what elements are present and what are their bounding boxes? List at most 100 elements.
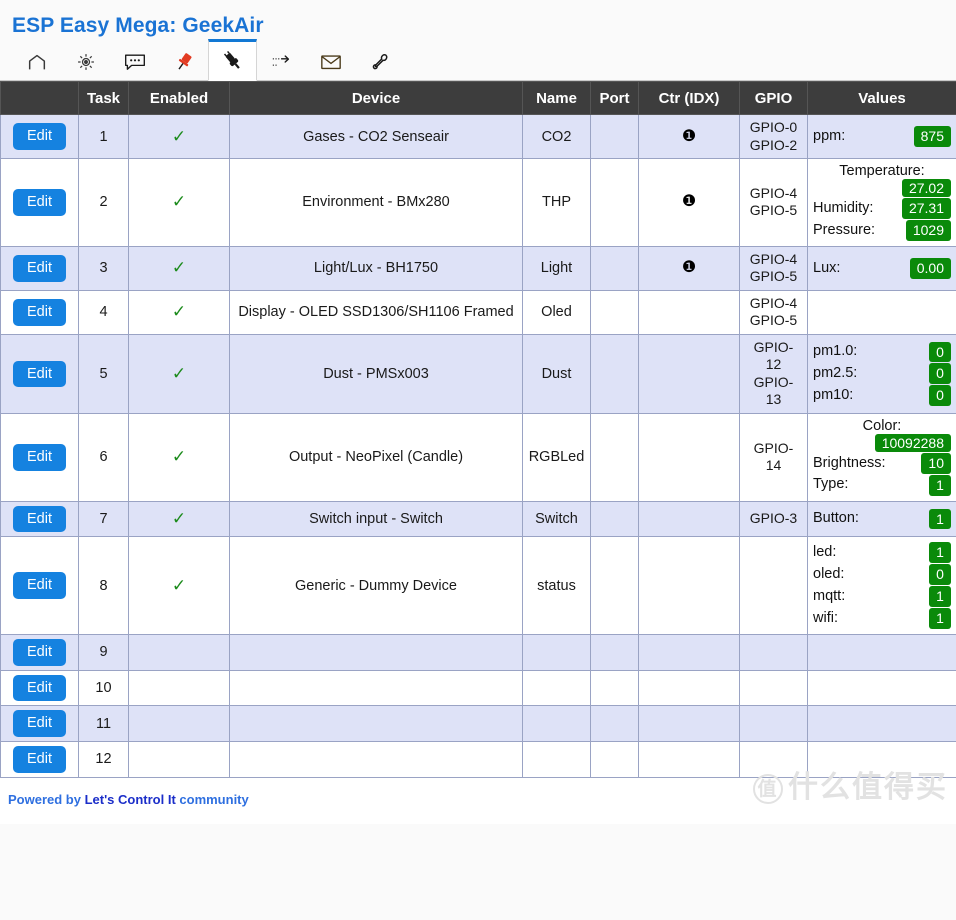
cell-device xyxy=(229,705,523,742)
cell-ctr: ❶ xyxy=(638,245,740,291)
tab-devices[interactable] xyxy=(208,39,257,82)
table-row: Edit 7 ✓ Switch input - Switch Switch GPIO-3 B… xyxy=(0,500,956,538)
value-entry: ppm: 875 xyxy=(813,126,951,148)
cell-edit: Edit xyxy=(0,114,79,160)
cell-name xyxy=(522,740,591,778)
check-icon: ✓ xyxy=(171,258,187,278)
cell-gpio xyxy=(739,633,808,671)
gpio-list: GPIO-3 xyxy=(749,510,798,527)
value-label: Humidity: xyxy=(813,199,874,216)
cell-name: THP xyxy=(522,158,591,247)
cell-name: CO2 xyxy=(522,114,591,160)
cell-values: Button: 1 xyxy=(807,500,956,538)
cell-task: 11 xyxy=(78,705,129,742)
cell-gpio xyxy=(739,536,808,635)
cell-port xyxy=(590,412,639,502)
tab-notifications[interactable] xyxy=(306,43,355,80)
cell-ctr xyxy=(638,412,740,502)
col-header-enabled: Enabled xyxy=(128,81,230,116)
value-badge: 1 xyxy=(929,508,951,530)
cell-port xyxy=(590,536,639,635)
footer-brand-link[interactable]: Let's Control It xyxy=(85,792,176,807)
cell-name: RGBLed xyxy=(522,412,591,502)
cell-gpio: GPIO- 12 GPIO- 13 xyxy=(739,333,808,414)
gpio-list: GPIO-0 GPIO-2 xyxy=(749,119,798,153)
value-badge: 27.02 xyxy=(901,179,951,198)
edit-button[interactable]: Edit xyxy=(13,505,66,533)
value-label: oled: xyxy=(813,565,845,582)
check-icon: ✓ xyxy=(171,363,187,383)
cell-task: 3 xyxy=(78,245,129,291)
cell-port xyxy=(590,740,639,778)
value-badge: 27.31 xyxy=(901,198,951,219)
cell-ctr xyxy=(638,633,740,671)
cell-ctr xyxy=(638,669,740,707)
cell-edit: Edit xyxy=(0,158,79,247)
tab-home[interactable] xyxy=(12,43,61,80)
col-header-ctr: Ctr (IDX) xyxy=(638,81,740,116)
cell-ctr xyxy=(638,705,740,742)
value-label: Color: xyxy=(862,417,902,434)
value-badge: 1 xyxy=(929,474,951,496)
cell-enabled: ✓ xyxy=(128,289,230,335)
cell-device: Display - OLED SSD1306/SH1106 Framed xyxy=(229,289,523,335)
tab-rules[interactable] xyxy=(257,43,306,80)
value-label: Brightness: xyxy=(813,454,886,471)
col-header-name: Name xyxy=(522,81,591,116)
cell-port xyxy=(590,158,639,247)
cell-device: Dust - PMSx003 xyxy=(229,333,523,414)
cell-gpio: GPIO-4 GPIO-5 xyxy=(739,245,808,291)
edit-button[interactable]: Edit xyxy=(13,638,66,666)
cell-name: Oled xyxy=(522,289,591,335)
edit-button[interactable]: Edit xyxy=(13,123,66,150)
edit-button[interactable]: Edit xyxy=(13,299,66,326)
value-entry: wifi: 1 xyxy=(813,608,951,629)
cell-port xyxy=(590,289,639,335)
cell-edit: Edit xyxy=(0,289,79,335)
cell-port xyxy=(590,500,639,538)
cell-task: 10 xyxy=(78,669,129,707)
edit-button[interactable]: Edit xyxy=(13,745,66,773)
edit-button[interactable]: Edit xyxy=(13,710,66,737)
cell-enabled: ✓ xyxy=(128,245,230,291)
footer-prefix: Powered by xyxy=(8,791,85,807)
arrow-icon xyxy=(271,53,293,71)
value-entry: pm2.5: 0 xyxy=(813,363,951,385)
watermark-logo-icon: 值 xyxy=(753,773,783,804)
cell-task: 4 xyxy=(78,289,129,335)
table-row: Edit 10 xyxy=(0,669,956,707)
cell-task: 8 xyxy=(78,536,129,635)
cell-gpio xyxy=(739,669,808,707)
cell-device: Light/Lux - BH1750 xyxy=(229,245,523,291)
cell-task: 1 xyxy=(78,114,129,160)
plug-icon xyxy=(221,49,245,73)
cell-gpio: GPIO-3 xyxy=(739,500,808,538)
edit-button[interactable]: Edit xyxy=(13,674,66,702)
edit-button[interactable]: Edit xyxy=(13,443,66,471)
tab-controllers[interactable] xyxy=(110,43,159,80)
edit-button[interactable]: Edit xyxy=(13,255,66,282)
value-badge: 0.00 xyxy=(909,257,951,279)
cell-name: Switch xyxy=(522,500,591,538)
tab-tools[interactable] xyxy=(355,43,404,80)
edit-button[interactable]: Edit xyxy=(13,189,66,216)
cell-name: Dust xyxy=(522,333,591,414)
value-badge: 0 xyxy=(929,564,951,586)
cell-enabled xyxy=(128,669,230,707)
cell-edit: Edit xyxy=(0,333,79,414)
cell-device xyxy=(229,740,523,778)
value-badge: 1 xyxy=(929,608,951,629)
cell-name xyxy=(522,669,591,707)
tab-config[interactable] xyxy=(61,43,110,80)
edit-button[interactable]: Edit xyxy=(13,572,66,599)
ctr-index-badge: ❶ xyxy=(681,193,697,211)
tasks-table-header: Task Enabled Device Name Port Ctr (IDX) … xyxy=(0,81,956,116)
col-header-values: Values xyxy=(807,81,956,116)
cell-enabled xyxy=(128,633,230,671)
value-entry: pm1.0: 0 xyxy=(813,341,951,363)
cell-name: status xyxy=(522,536,591,635)
check-icon: ✓ xyxy=(171,302,187,322)
tab-hardware[interactable] xyxy=(159,43,208,80)
value-entry: Temperature: 27.02 xyxy=(813,163,951,198)
edit-button[interactable]: Edit xyxy=(13,360,66,388)
